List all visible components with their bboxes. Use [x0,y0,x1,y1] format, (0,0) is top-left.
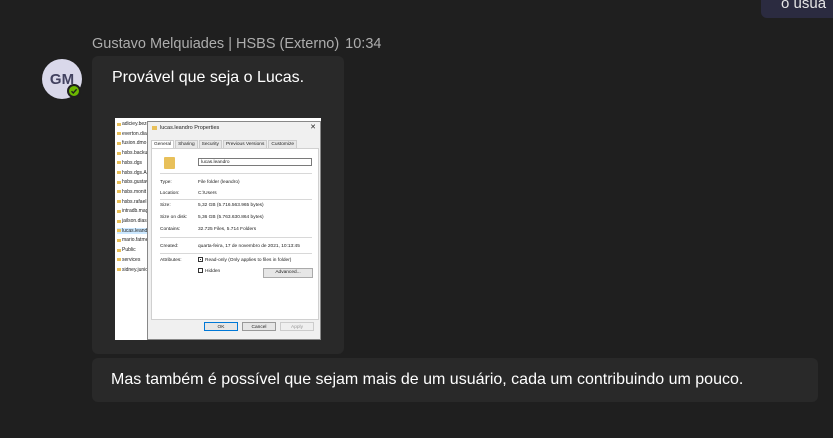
folder-icon [117,248,121,252]
explorer-item-label: hsbs.dgs.AS [122,169,151,176]
apply-button[interactable]: Apply [280,322,314,331]
folder-icon [117,122,121,126]
explorer-list-item[interactable]: mario.fatme [117,237,148,243]
message-header: Gustavo Melquiades | HSBS (Externo) 10:34 [92,36,381,52]
folder-icon [152,126,157,130]
folder-name-field[interactable]: lucas.leandro [198,158,312,166]
explorer-item-label: jailson.dias [122,218,147,224]
divider [160,237,312,238]
folder-icon [117,141,121,145]
explorer-item-label: lucas.leandr [122,227,149,234]
readonly-checkbox[interactable] [198,257,203,262]
hidden-label: Hidden [205,268,221,274]
folder-icon [117,171,121,174]
folder-icon [117,238,121,242]
size-on-disk-label: Size on disk: [160,215,188,220]
explorer-folder-list: adiciey.bezer everton.dias fusion.dmo hsbs.… [115,118,151,340]
cancel-button[interactable]: Cancel [242,322,276,331]
folder-icon [117,219,121,223]
folder-icon [164,157,175,169]
presence-available-icon [67,84,81,98]
hidden-checkbox-row[interactable]: Hidden [198,268,220,274]
dialog-title-bar: lucas.leandro Properties [152,125,219,131]
explorer-list-item[interactable]: hsbs.monit [117,189,146,195]
size-label: Size: [160,203,171,208]
message-bubble[interactable]: Mas também é possível que sejam mais de … [92,358,818,402]
explorer-list-item[interactable]: sidney.junio [117,267,148,273]
created-value: quarta-feira, 17 de novembro de 2021, 10… [198,244,300,249]
size-on-disk-value: 5,36 GB (5.763.630.864 bytes) [198,215,264,220]
close-icon[interactable]: ✕ [310,123,316,131]
explorer-list-item[interactable]: everton.dias [117,131,149,137]
location-value: C:\Users [198,191,217,196]
folder-icon [117,268,121,271]
type-value: File folder (leandro) [198,180,240,185]
explorer-item-label: intradb.mag [122,208,149,215]
explorer-list-item[interactable]: hsbs.backup [117,150,150,156]
readonly-label: Read-only (Only applies to files in fold… [205,257,292,263]
contains-label: Contains: [160,227,181,232]
explorer-item-label: hsbs.dgs [122,159,143,166]
explorer-item-label: hsbs.rafael [122,198,147,205]
size-value: 5,32 GB (5.716.563.965 bytes) [198,203,264,208]
contains-value: 32.725 Files, 5.714 Folders [198,227,257,232]
type-label: Type: [160,180,172,185]
explorer-list-item[interactable]: jailson.dias [117,218,147,224]
folder-icon [117,151,121,155]
properties-dialog: lucas.leandro Properties ✕ General Shari… [147,121,321,340]
explorer-list-item[interactable]: Public [117,247,136,253]
folder-icon [117,180,121,184]
general-panel: lucas.leandro Type: File folder (leandro… [151,148,319,320]
hidden-checkbox[interactable] [198,268,203,273]
explorer-list-item[interactable]: services [117,257,140,263]
folder-icon [117,200,121,204]
explorer-list-item[interactable]: adiciey.bezer [117,121,151,127]
readonly-checkbox-row[interactable]: Read-only (Only applies to files in fold… [198,257,291,263]
previous-message-text: o usua [781,0,827,12]
explorer-item-label: mario.fatme [122,237,149,244]
message-bubble[interactable]: Provável que seja o Lucas. adiciey.bezer… [92,56,344,354]
location-label: Location: [160,191,180,196]
explorer-list-item[interactable]: fusion.dmo [117,140,146,146]
folder-icon [117,190,121,194]
explorer-list-item[interactable]: hsbs.gustav [117,179,149,185]
explorer-item-label: services [122,256,141,263]
message-text: Mas também é possível que sejam mais de … [111,371,744,388]
divider [160,199,312,200]
explorer-item-label: hsbs.gustav [122,179,149,186]
explorer-list-item[interactable]: lucas.leandr [117,227,149,234]
message-text: Provável que seja o Lucas. [112,69,305,86]
message-time: 10:34 [345,36,382,52]
attributes-label: Attributes: [160,258,182,263]
explorer-list-item[interactable]: intradb.mag [117,208,148,214]
divider [160,173,312,174]
folder-icon [117,161,121,165]
explorer-item-label: Public [122,247,136,254]
explorer-item-label: everton.dias [122,130,150,137]
explorer-list-item[interactable]: hsbs.rafael [117,199,146,205]
dialog-title: lucas.leandro Properties [160,125,220,131]
folder-icon [117,132,121,136]
explorer-list-item[interactable]: hsbs.dgs [117,160,142,166]
explorer-item-label: hsbs.monit [122,188,147,195]
ok-button[interactable]: OK [204,322,238,331]
explorer-list-item[interactable]: hsbs.dgs.AS [117,170,150,176]
previous-message-bubble: o usua [761,0,833,18]
attached-screenshot[interactable]: adiciey.bezer everton.dias fusion.dmo hsbs.… [115,118,321,340]
created-label: Created: [160,244,179,249]
folder-icon [117,229,121,233]
sender-name[interactable]: Gustavo Melquiades | HSBS (Externo) [92,36,339,52]
advanced-button[interactable]: Advanced... [263,268,313,278]
folder-icon [117,209,121,213]
explorer-item-label: fusion.dmo [122,140,147,147]
folder-icon [117,258,121,262]
explorer-item-label: sidney.junio [122,266,149,273]
divider [160,253,312,254]
explorer-item-label: hsbs.backup [122,150,151,157]
